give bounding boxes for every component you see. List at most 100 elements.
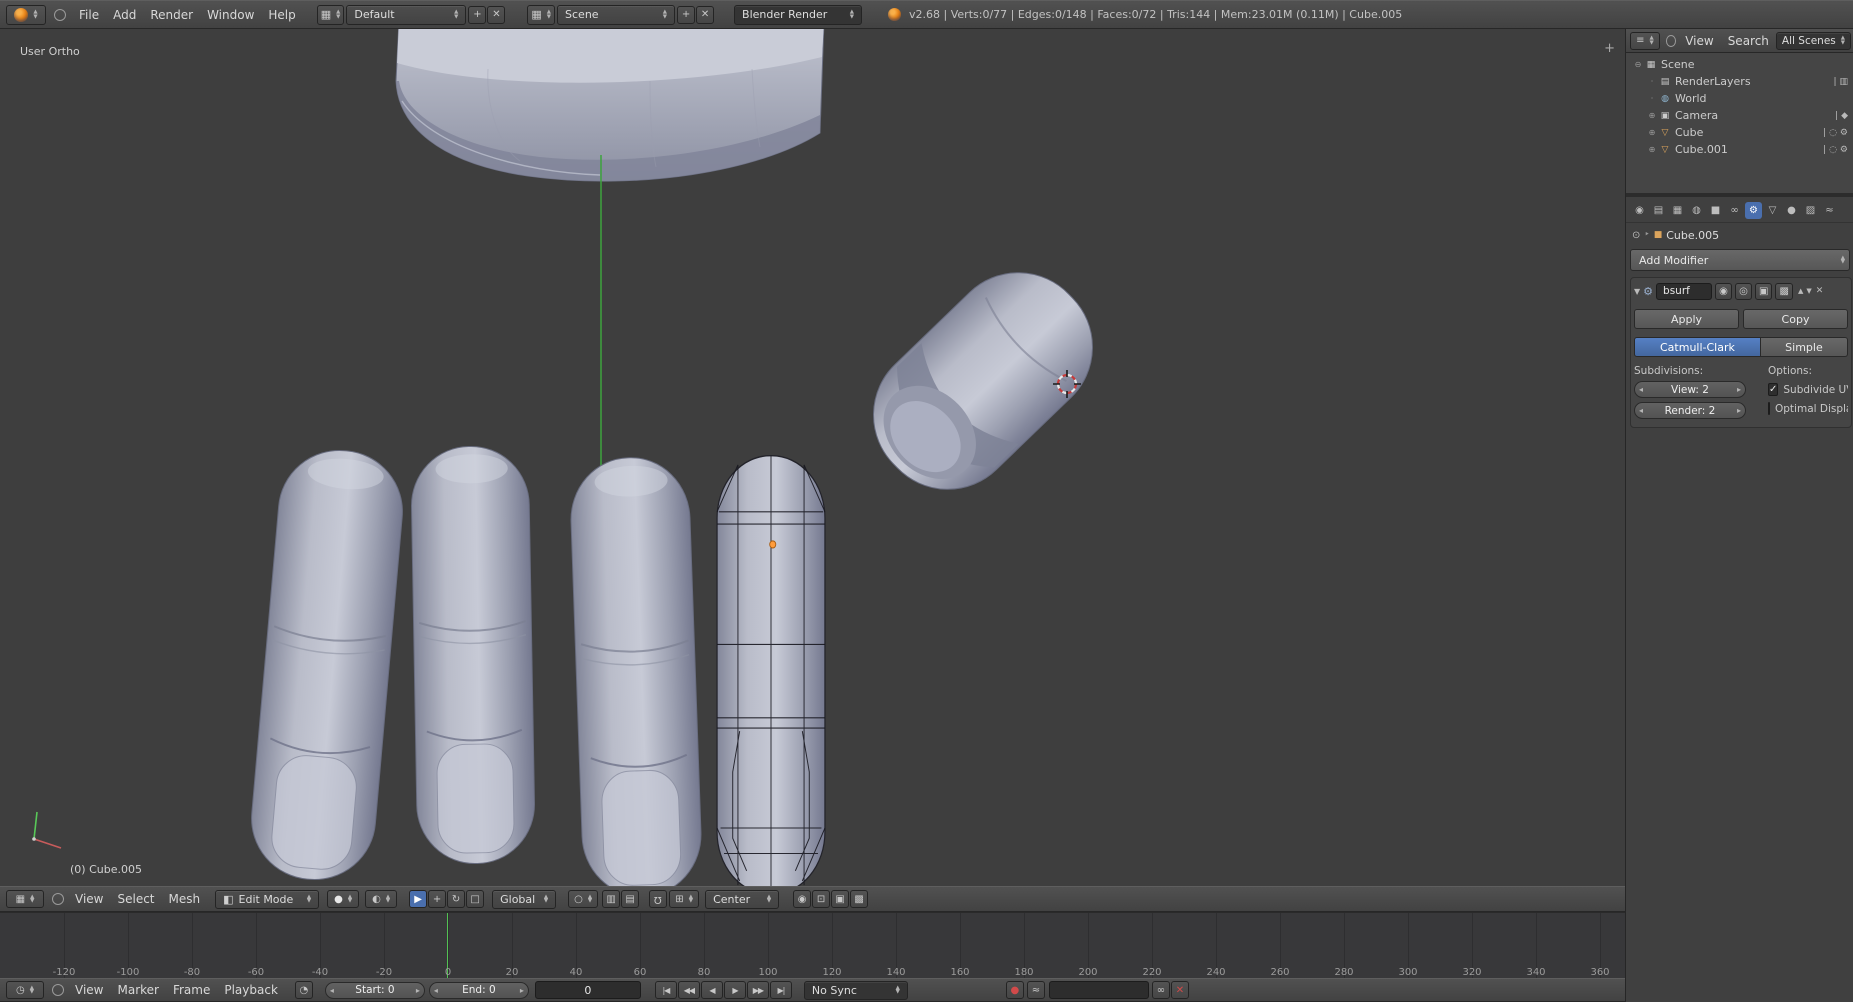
keying-set-field[interactable] xyxy=(1048,981,1149,999)
outliner-display-mode-dropdown[interactable]: All Scenes xyxy=(1775,31,1851,50)
renders-icon[interactable]: ▥ xyxy=(1839,77,1848,87)
outliner-row-cube[interactable]: ⊕ ▽ Cube | ◌ ⚙ xyxy=(1626,124,1853,141)
tab-render-layers[interactable]: ▤ xyxy=(1650,202,1667,219)
tab-material[interactable]: ● xyxy=(1783,202,1800,219)
record-button[interactable]: ● xyxy=(1005,981,1024,999)
outliner-row-scene[interactable]: ⊖ ▦ Scene xyxy=(1626,56,1853,73)
modifier-viewport-toggle[interactable]: ◎ xyxy=(1735,282,1753,300)
pivot-point-dropdown[interactable]: ◐ xyxy=(365,890,398,908)
tab-object[interactable]: ■ xyxy=(1707,202,1724,219)
render-layers-button[interactable]: ▩ xyxy=(850,890,869,908)
expand-toggle-icon[interactable]: ⊕ xyxy=(1646,128,1658,137)
prev-keyframe-button[interactable]: ◀◀ xyxy=(677,981,700,999)
camera-data-icon[interactable]: ◆ xyxy=(1841,111,1848,121)
view-subdivisions-field[interactable]: View: 2 xyxy=(1634,381,1746,398)
manipulator-scale-button[interactable]: □ xyxy=(466,890,485,908)
modifier-name-field[interactable]: bsurf xyxy=(1656,282,1713,300)
menu-render[interactable]: Render xyxy=(143,8,200,22)
move-modifier-up-icon[interactable]: ▲ xyxy=(1798,287,1803,295)
manipulator-rotate-button[interactable]: ↻ xyxy=(447,890,466,908)
pin-toggle-icon[interactable] xyxy=(52,893,64,905)
editor-type-button-view3d[interactable]: ▦ xyxy=(6,890,44,908)
add-layout-button[interactable]: + xyxy=(468,5,487,24)
view3d-menu-select[interactable]: Select xyxy=(110,892,161,906)
vertex-icon[interactable]: ◌ xyxy=(1829,128,1837,138)
scene-icon-button[interactable]: ▦ xyxy=(527,4,556,25)
outliner-row-renderlayers[interactable]: · ▤ RenderLayers | ▥ xyxy=(1626,73,1853,90)
move-modifier-down-icon[interactable]: ▼ xyxy=(1806,287,1811,295)
editor-type-button-info[interactable] xyxy=(6,4,46,25)
mesh-object-finger-1[interactable] xyxy=(245,444,409,886)
menu-window[interactable]: Window xyxy=(200,8,261,22)
insert-keyframe-link-icon[interactable]: ∞ xyxy=(1151,981,1170,999)
tab-constraints[interactable]: ∞ xyxy=(1726,202,1743,219)
mesh-object-finger-3[interactable] xyxy=(567,454,705,900)
menu-file[interactable]: File xyxy=(72,8,106,22)
tab-physics[interactable]: ≈ xyxy=(1821,202,1838,219)
modifier-render-toggle[interactable]: ◉ xyxy=(1715,282,1733,300)
timeline-menu-marker[interactable]: Marker xyxy=(110,983,165,997)
snap-peel-button[interactable]: ▤ xyxy=(621,890,640,908)
auto-keying-mode-icon[interactable]: ≈ xyxy=(1026,981,1045,999)
editor-type-button-outliner[interactable]: ≡ xyxy=(1630,31,1660,50)
tab-data[interactable]: ▽ xyxy=(1764,202,1781,219)
vertex-icon[interactable]: ◌ xyxy=(1829,145,1837,155)
mode-dropdown[interactable]: ◧ Edit Mode xyxy=(215,889,320,909)
wrench-icon[interactable]: ⚙ xyxy=(1840,128,1848,138)
outliner-menu-search[interactable]: Search xyxy=(1721,34,1776,48)
occlude-geometry-button[interactable]: ▥ xyxy=(602,890,621,908)
screen-layout-icon-button[interactable]: ▦ xyxy=(316,4,345,25)
collapse-arrow-icon[interactable]: ▼ xyxy=(1634,287,1640,296)
catmull-clark-button[interactable]: Catmull-Clark xyxy=(1634,337,1761,357)
render-engine-dropdown[interactable]: Blender Render xyxy=(734,4,863,25)
view3d-menu-mesh[interactable]: Mesh xyxy=(162,892,208,906)
subdivide-uvs-checkbox[interactable]: ✓ xyxy=(1768,383,1779,396)
timeline-ruler[interactable]: -120 -100 -80 -60 -40 -20 0 20 40 60 80 100 120 140 16… xyxy=(0,912,1625,979)
menu-help[interactable]: Help xyxy=(261,8,302,22)
pin-icon[interactable]: ⊙ xyxy=(1632,230,1640,241)
jump-end-button[interactable]: ▶| xyxy=(769,981,792,999)
sync-dropdown[interactable]: No Sync xyxy=(803,980,908,1000)
region-expand-icon[interactable]: + xyxy=(1604,41,1615,56)
next-keyframe-button[interactable]: ▶▶ xyxy=(746,981,769,999)
optimal-display-checkbox[interactable] xyxy=(1768,402,1770,415)
screen-layout-field[interactable]: Default xyxy=(346,4,467,25)
expand-toggle-icon[interactable]: ⊕ xyxy=(1646,145,1658,154)
outliner-row-cube.001[interactable]: ⊕ ▽ Cube.001 | ◌ ⚙ xyxy=(1626,141,1853,158)
pin-toggle-icon[interactable] xyxy=(54,8,66,21)
simple-button[interactable]: Simple xyxy=(1760,337,1848,357)
apply-button[interactable]: Apply xyxy=(1634,309,1739,329)
modifier-cage-toggle[interactable]: ▩ xyxy=(1775,282,1793,300)
add-scene-button[interactable]: + xyxy=(677,5,696,24)
mesh-object-finger-2[interactable] xyxy=(409,444,537,866)
orientation-dropdown[interactable]: Global xyxy=(492,889,557,909)
viewport-shading-dropdown[interactable]: ● xyxy=(327,890,360,908)
play-reverse-button[interactable]: ◀ xyxy=(700,981,723,999)
jump-start-button[interactable]: |◀ xyxy=(654,981,677,999)
mesh-object-active-wireframe[interactable] xyxy=(716,454,826,896)
proportional-editing-dropdown[interactable]: ○ xyxy=(568,890,599,908)
tab-scene[interactable]: ▦ xyxy=(1669,202,1686,219)
start-frame-field[interactable]: Start: 0 xyxy=(324,981,425,999)
snap-target-dropdown[interactable]: Center xyxy=(705,889,780,909)
current-frame-field[interactable]: 0 xyxy=(534,981,641,999)
modifier-editmode-toggle[interactable]: ▣ xyxy=(1755,282,1773,300)
render-opengl-button[interactable]: ◉ xyxy=(793,890,812,908)
menu-add[interactable]: Add xyxy=(106,8,143,22)
render-subdivisions-field[interactable]: Render: 2 xyxy=(1634,402,1746,419)
wrench-icon[interactable]: ⚙ xyxy=(1840,145,1848,155)
expand-toggle-icon[interactable]: · xyxy=(1646,94,1658,103)
pin-toggle-icon[interactable] xyxy=(1665,34,1677,47)
outliner-menu-view[interactable]: View xyxy=(1678,34,1720,48)
expand-toggle-icon[interactable]: ⊕ xyxy=(1646,111,1658,120)
tab-world[interactable]: ◍ xyxy=(1688,202,1705,219)
manipulator-toggle-button[interactable]: ▶ xyxy=(409,890,428,908)
timeline-menu-frame[interactable]: Frame xyxy=(166,983,217,997)
end-frame-field[interactable]: End: 0 xyxy=(428,981,529,999)
play-button[interactable]: ▶ xyxy=(723,981,746,999)
tab-render[interactable]: ◉ xyxy=(1631,202,1648,219)
delete-scene-button[interactable]: ✕ xyxy=(696,5,715,24)
copy-button[interactable]: Copy xyxy=(1743,309,1848,329)
render-border-button[interactable]: ▣ xyxy=(831,890,850,908)
viewport-3d[interactable]: User Ortho (0) Cube.005 + xyxy=(0,20,1625,900)
